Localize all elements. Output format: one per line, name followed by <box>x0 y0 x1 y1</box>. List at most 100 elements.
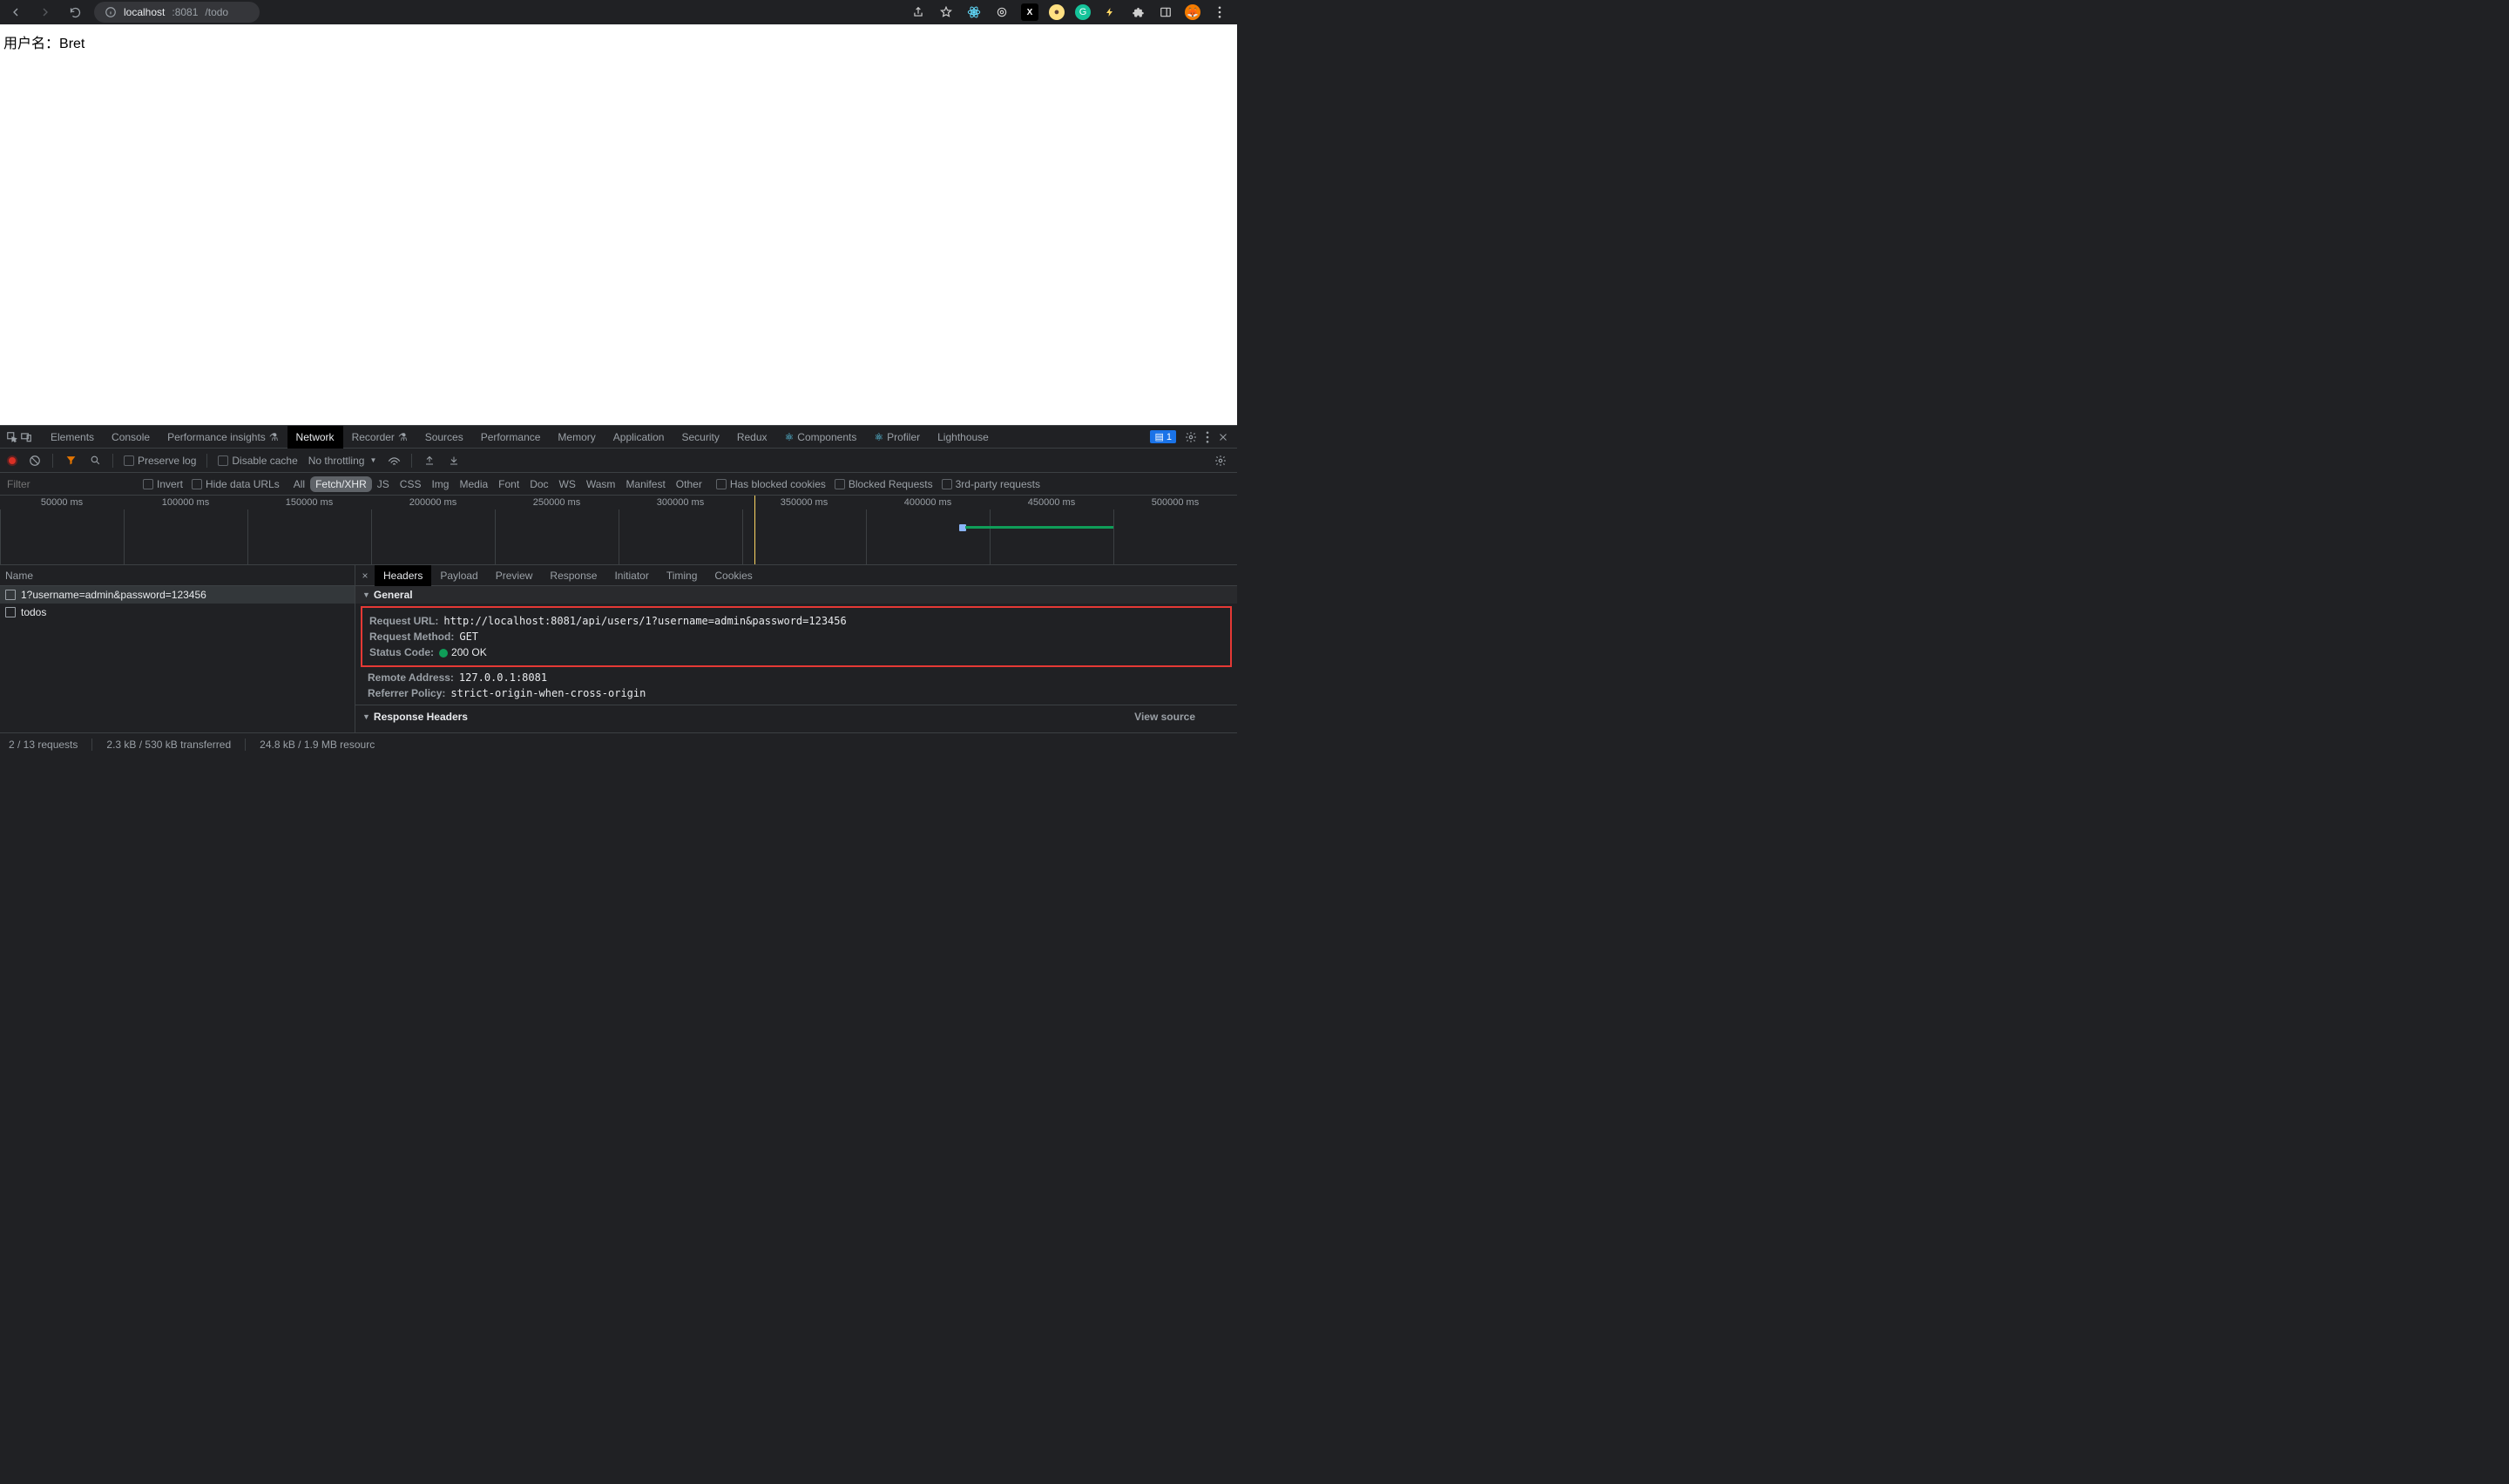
clear-log-icon[interactable] <box>28 455 42 467</box>
tab-network[interactable]: Network <box>287 426 343 449</box>
close-detail-button[interactable]: × <box>355 570 375 582</box>
time-label: 100000 ms <box>124 497 247 508</box>
kv-label: Remote Address: <box>368 671 454 684</box>
upload-har-icon[interactable] <box>423 455 436 466</box>
type-css[interactable]: CSS <box>395 476 427 492</box>
tab-console[interactable]: Console <box>103 426 159 449</box>
disable-cache-checkbox[interactable]: Disable cache <box>218 455 297 467</box>
beaker-icon: ⚗ <box>269 431 279 443</box>
timeline-overview[interactable]: 50000 ms 100000 ms 150000 ms 200000 ms 2… <box>0 496 1237 565</box>
profile-avatar[interactable]: 🦊 <box>1185 4 1200 20</box>
filter-funnel-icon[interactable] <box>64 455 78 466</box>
devtools-panel: Elements Console Performance insights⚗ N… <box>0 425 1237 755</box>
type-other[interactable]: Other <box>671 476 707 492</box>
browser-toolbar: localhost:8081/todo X ● G 🦊 <box>0 0 1237 24</box>
response-headers-section[interactable]: ▼ Response Headers View source <box>355 705 1237 725</box>
detail-tab-initiator[interactable]: Initiator <box>605 565 657 586</box>
request-row[interactable]: todos <box>0 604 355 621</box>
issues-badge[interactable]: ▤1 <box>1150 430 1176 443</box>
type-wasm[interactable]: Wasm <box>581 476 621 492</box>
inspect-element-icon[interactable] <box>5 430 19 444</box>
detail-tab-response[interactable]: Response <box>541 565 605 586</box>
tab-recorder[interactable]: Recorder⚗ <box>343 426 416 449</box>
time-label: 50000 ms <box>0 497 124 508</box>
detail-tab-payload[interactable]: Payload <box>431 565 486 586</box>
search-icon[interactable] <box>88 455 102 466</box>
bookmark-star-icon[interactable] <box>937 3 955 21</box>
tab-memory[interactable]: Memory <box>549 426 604 449</box>
view-source-link[interactable]: View source <box>1134 711 1230 723</box>
tab-performance[interactable]: Performance <box>472 426 550 449</box>
time-label: 450000 ms <box>990 497 1113 508</box>
type-img[interactable]: Img <box>426 476 454 492</box>
tab-elements[interactable]: Elements <box>42 426 103 449</box>
tab-components[interactable]: ⚛Components <box>776 426 866 449</box>
type-font[interactable]: Font <box>493 476 524 492</box>
filter-input[interactable] <box>3 476 134 492</box>
tab-lighthouse[interactable]: Lighthouse <box>929 426 998 449</box>
request-list-header[interactable]: Name <box>0 565 355 586</box>
x-extension-icon[interactable]: X <box>1021 3 1038 21</box>
type-js[interactable]: JS <box>372 476 395 492</box>
blocked-cookies-checkbox[interactable]: Has blocked cookies <box>716 478 826 490</box>
general-section-header[interactable]: ▼General <box>355 586 1237 604</box>
request-list: Name 1?username=admin&password=123456 to… <box>0 565 355 732</box>
chrome-menu-icon[interactable] <box>1211 3 1228 21</box>
react-devtools-icon[interactable] <box>965 3 983 21</box>
components-icon: ⚛ <box>785 431 795 443</box>
tab-profiler[interactable]: ⚛Profiler <box>865 426 929 449</box>
tab-application[interactable]: Application <box>605 426 673 449</box>
third-party-checkbox[interactable]: 3rd-party requests <box>942 478 1040 490</box>
type-media[interactable]: Media <box>454 476 493 492</box>
timeline-scrubber[interactable] <box>754 496 755 564</box>
kv-value: GET <box>459 631 478 643</box>
tab-redux[interactable]: Redux <box>728 426 776 449</box>
detail-tab-cookies[interactable]: Cookies <box>706 565 761 586</box>
extensions-puzzle-icon[interactable] <box>1129 3 1146 21</box>
back-button[interactable] <box>5 2 26 23</box>
network-conditions-icon[interactable] <box>387 455 401 466</box>
document-icon <box>5 607 16 617</box>
bolt-icon[interactable] <box>1101 3 1119 21</box>
disclosure-triangle-icon: ▼ <box>362 590 370 599</box>
grammarly-icon[interactable]: G <box>1075 4 1091 20</box>
devtools-more-icon[interactable] <box>1206 431 1209 443</box>
download-har-icon[interactable] <box>447 455 461 466</box>
blocked-requests-checkbox[interactable]: Blocked Requests <box>835 478 933 490</box>
extension-icon[interactable] <box>993 3 1011 21</box>
detail-tab-preview[interactable]: Preview <box>487 565 542 586</box>
kv-value: 200 OK <box>439 646 487 658</box>
extension-badge-icon[interactable]: ● <box>1049 4 1065 20</box>
device-toggle-icon[interactable] <box>19 430 33 444</box>
sidepanel-icon[interactable] <box>1157 3 1174 21</box>
throttling-select[interactable]: No throttling▼ <box>308 455 377 467</box>
tab-security[interactable]: Security <box>673 426 727 449</box>
devtools-settings-icon[interactable] <box>1185 431 1197 443</box>
type-doc[interactable]: Doc <box>524 476 553 492</box>
detail-tab-headers[interactable]: Headers <box>375 565 431 586</box>
detail-tab-timing[interactable]: Timing <box>658 565 707 586</box>
request-row[interactable]: 1?username=admin&password=123456 <box>0 586 355 604</box>
type-fetch-xhr[interactable]: Fetch/XHR <box>310 476 372 492</box>
reload-button[interactable] <box>64 2 85 23</box>
tab-performance-insights[interactable]: Performance insights⚗ <box>159 426 287 449</box>
type-filter-group: All Fetch/XHR JS CSS Img Media Font Doc … <box>288 476 707 492</box>
toolbar-right: X ● G 🦊 <box>910 3 1232 21</box>
disclosure-triangle-icon: ▼ <box>362 712 370 721</box>
record-button[interactable] <box>7 455 17 466</box>
type-all[interactable]: All <box>288 476 310 492</box>
invert-checkbox[interactable]: Invert <box>143 478 183 490</box>
network-settings-icon[interactable] <box>1214 455 1230 467</box>
tab-sources[interactable]: Sources <box>416 426 472 449</box>
share-icon[interactable] <box>910 3 927 21</box>
url-path: /todo <box>205 6 228 18</box>
preserve-log-checkbox[interactable]: Preserve log <box>124 455 196 467</box>
type-ws[interactable]: WS <box>554 476 581 492</box>
request-name: todos <box>21 606 46 618</box>
address-bar[interactable]: localhost:8081/todo <box>94 2 260 23</box>
forward-button[interactable] <box>35 2 56 23</box>
devtools-close-icon[interactable] <box>1218 432 1228 442</box>
hide-data-urls-checkbox[interactable]: Hide data URLs <box>192 478 280 490</box>
type-manifest[interactable]: Manifest <box>620 476 670 492</box>
detail-tab-bar: × Headers Payload Preview Response Initi… <box>355 565 1237 586</box>
